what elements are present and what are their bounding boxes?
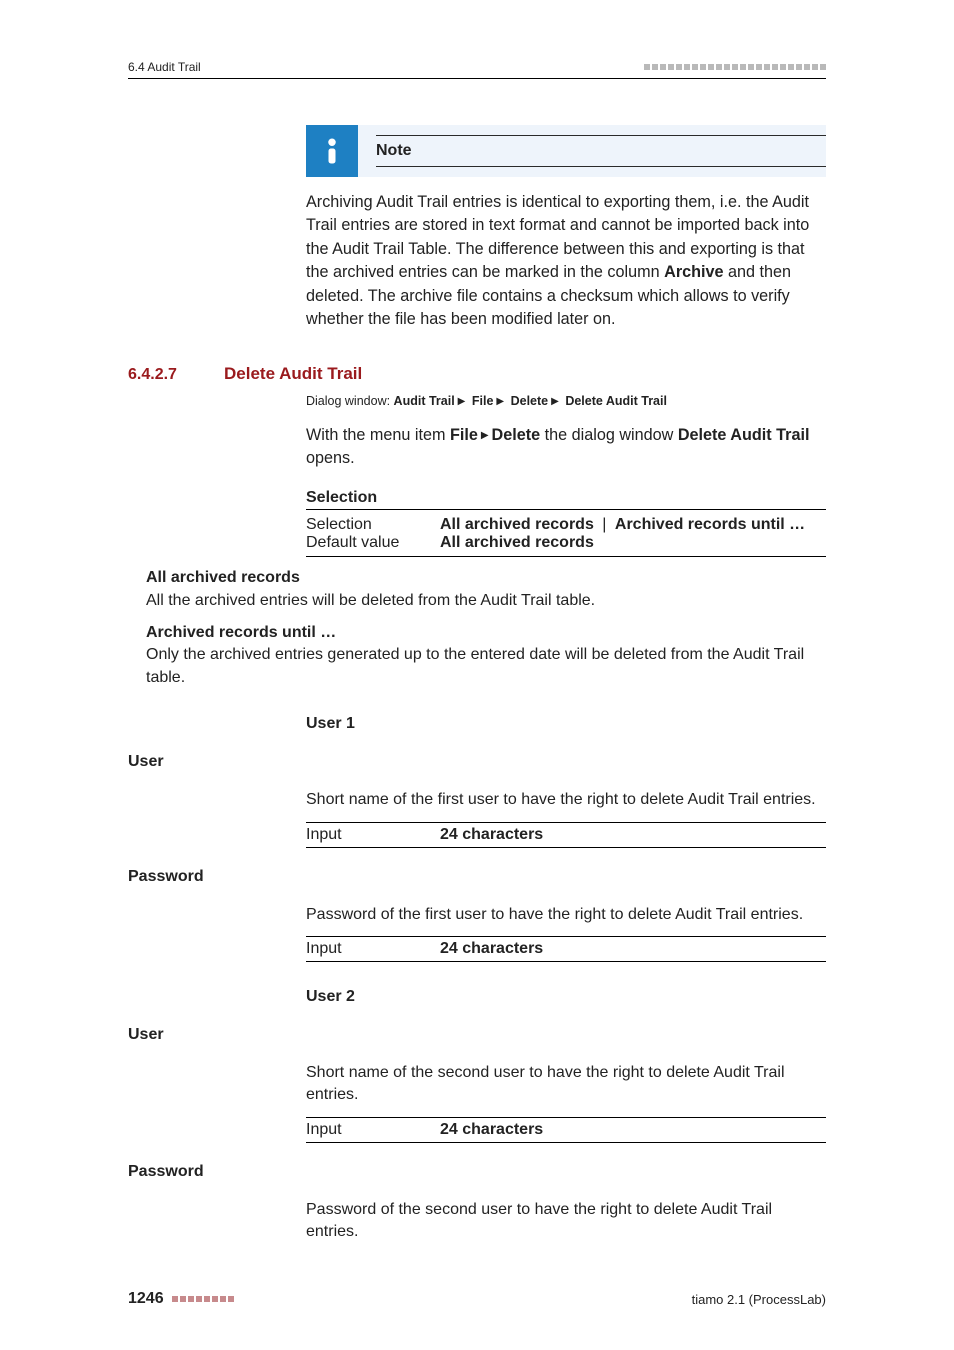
intro-dialog: Delete Audit Trail — [678, 426, 810, 444]
page-footer: 1246 tiamo 2.1 (ProcessLab) — [128, 1290, 826, 1308]
dialog-path-part-1: File — [472, 394, 494, 408]
user1-pw-label: Password — [128, 868, 826, 886]
user2-user-input-row: Input 24 characters — [306, 1117, 826, 1143]
user1-user-desc: Short name of the first user to have the… — [306, 789, 826, 811]
input-key: Input — [306, 940, 440, 958]
user2-user-label: User — [128, 1026, 826, 1044]
user1-heading: User 1 — [306, 715, 826, 733]
user2-pw-desc: Password of the second user to have the … — [306, 1199, 826, 1244]
section-title: Delete Audit Trail — [224, 364, 362, 384]
def-desc-1: Only the archived entries generated up t… — [146, 644, 826, 689]
def-desc-0: All the archived entries will be deleted… — [146, 590, 826, 612]
intro-menu2: Delete — [492, 426, 541, 444]
user2-user-desc: Short name of the second user to have th… — [306, 1062, 826, 1107]
user1-pw-desc: Password of the first user to have the r… — [306, 904, 826, 926]
section-number: 6.4.2.7 — [128, 366, 192, 384]
definition-block: All archived records All the archived en… — [146, 567, 826, 612]
def-term-0: All archived records — [146, 567, 826, 589]
note-callout: Note Archiving Audit Trail entries is id… — [306, 125, 826, 336]
user1-user-label: User — [128, 753, 826, 771]
dialog-path-prefix: Dialog window: — [306, 394, 394, 408]
product-name: tiamo 2.1 (ProcessLab) — [692, 1292, 826, 1307]
dialog-path-part-0: Audit Trail — [394, 394, 455, 408]
table-row: Default value All archived records — [306, 534, 826, 552]
triangle-icon: ▶ — [478, 430, 492, 441]
input-val: 24 characters — [440, 1121, 543, 1139]
selection-default: All archived records — [440, 534, 826, 552]
selection-heading: Selection — [306, 489, 826, 510]
footer-ornament — [172, 1296, 234, 1302]
dialog-path-part-3: Delete Audit Trail — [565, 394, 667, 408]
selection-table: Selection All archived records | Archive… — [306, 516, 826, 557]
selection-key-0: Selection — [306, 516, 440, 534]
definition-block: Archived records until … Only the archiv… — [146, 622, 826, 689]
def-term-1: Archived records until … — [146, 622, 826, 644]
note-bold: Archive — [664, 263, 723, 281]
table-row: Selection All archived records | Archive… — [306, 516, 826, 534]
user1-user-input-row: Input 24 characters — [306, 822, 826, 848]
triangle-icon: ▶ — [493, 396, 507, 407]
triangle-icon: ▶ — [548, 396, 562, 407]
input-key: Input — [306, 826, 440, 844]
selection-key-1: Default value — [306, 534, 440, 552]
header-ornament — [644, 64, 826, 70]
input-val: 24 characters — [440, 826, 543, 844]
info-icon — [306, 125, 358, 177]
dialog-path: Dialog window: Audit Trail▶ File▶ Delete… — [306, 394, 826, 408]
intro-post: opens. — [306, 449, 355, 467]
input-val: 24 characters — [440, 940, 543, 958]
header-section-ref: 6.4 Audit Trail — [128, 60, 201, 74]
note-label: Note — [376, 135, 826, 167]
intro-pre: With the menu item — [306, 426, 450, 444]
page-header: 6.4 Audit Trail — [128, 60, 826, 79]
selection-opt1: All archived records — [440, 516, 594, 533]
intro-paragraph: With the menu item File▶Delete the dialo… — [306, 424, 826, 469]
dialog-path-part-2: Delete — [511, 394, 549, 408]
user1-pw-input-row: Input 24 characters — [306, 936, 826, 962]
triangle-icon: ▶ — [455, 396, 469, 407]
input-key: Input — [306, 1121, 440, 1139]
selection-opt2: Archived records until … — [615, 516, 805, 533]
intro-menu1: File — [450, 426, 478, 444]
intro-mid2: the dialog window — [545, 426, 678, 444]
page-number: 1246 — [128, 1290, 164, 1308]
user2-heading: User 2 — [306, 988, 826, 1006]
note-body: Archiving Audit Trail entries is identic… — [306, 177, 826, 336]
user2-pw-label: Password — [128, 1163, 826, 1181]
section-heading: 6.4.2.7 Delete Audit Trail — [128, 364, 826, 384]
